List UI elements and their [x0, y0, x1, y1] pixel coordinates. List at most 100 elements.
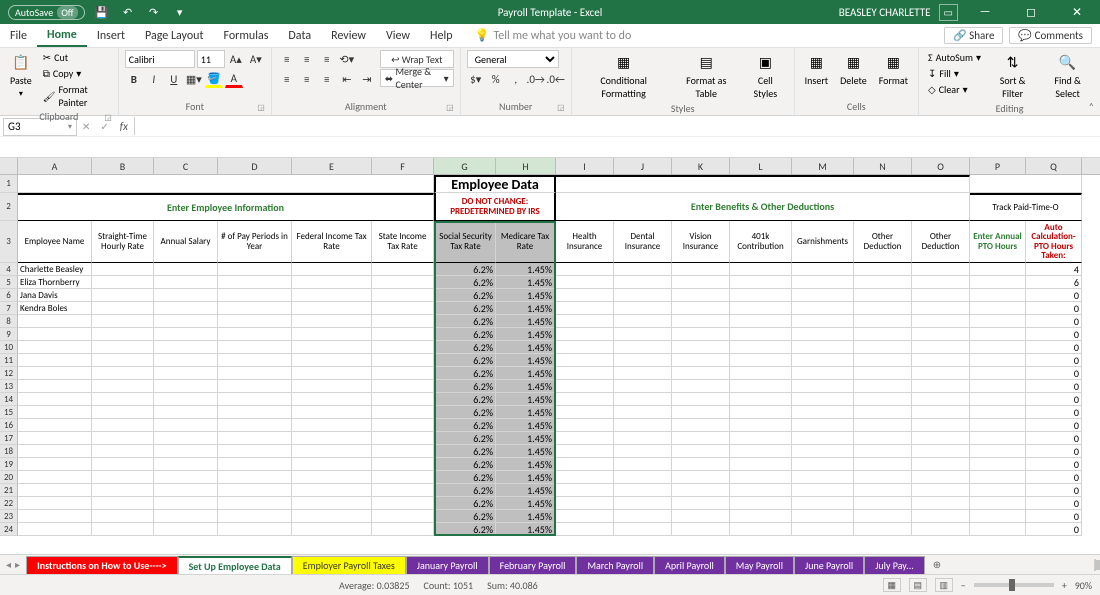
cell[interactable] — [218, 510, 292, 523]
align-top-icon[interactable]: ≡ — [278, 50, 296, 68]
row-header[interactable]: 17 — [0, 432, 18, 445]
fill-color-icon[interactable]: 🪣 — [205, 70, 223, 88]
cell[interactable]: 0 — [1026, 458, 1082, 471]
merge-center-button[interactable]: ⬌ Merge & Center ▾ — [380, 69, 454, 87]
zoom-in-icon[interactable]: + — [1062, 579, 1067, 592]
column-header-N[interactable]: N — [854, 158, 912, 174]
cell[interactable]: 4 — [1026, 263, 1082, 276]
cell[interactable] — [18, 354, 92, 367]
cell[interactable]: 0 — [1026, 523, 1082, 536]
cell[interactable] — [912, 458, 970, 471]
cell[interactable] — [92, 328, 154, 341]
row-header[interactable]: 13 — [0, 380, 18, 393]
cell[interactable] — [854, 523, 912, 536]
sheet-tab-setup[interactable]: Set Up Employee Data — [178, 556, 292, 574]
cell[interactable] — [92, 276, 154, 289]
cell[interactable]: Employee Name — [18, 221, 92, 263]
cell[interactable]: 6.2% — [434, 510, 496, 523]
cell[interactable] — [154, 523, 218, 536]
cell[interactable] — [854, 484, 912, 497]
cell[interactable] — [92, 471, 154, 484]
cell[interactable]: 0 — [1026, 471, 1082, 484]
cell[interactable]: 401k Contribution — [730, 221, 792, 263]
cell[interactable]: 0 — [1026, 510, 1082, 523]
cell[interactable] — [292, 445, 372, 458]
cell[interactable] — [218, 406, 292, 419]
cell[interactable] — [18, 380, 92, 393]
cell[interactable] — [292, 510, 372, 523]
cell[interactable] — [792, 263, 854, 276]
cell[interactable] — [792, 367, 854, 380]
cell[interactable] — [730, 484, 792, 497]
cell[interactable] — [18, 497, 92, 510]
cell[interactable] — [854, 263, 912, 276]
tell-me-search[interactable]: 💡 Tell me what you want to do — [475, 28, 632, 43]
cell[interactable]: 6.2% — [434, 523, 496, 536]
cell[interactable]: Jana Davis — [18, 289, 92, 302]
cell[interactable]: # of Pay Periods in Year — [218, 221, 292, 263]
cell[interactable] — [292, 419, 372, 432]
cell[interactable]: 0 — [1026, 341, 1082, 354]
increase-font-icon[interactable]: A▴ — [227, 50, 245, 68]
column-header-L[interactable]: L — [730, 158, 792, 174]
sheet-tab-mar[interactable]: March Payroll — [576, 556, 654, 574]
cell[interactable] — [154, 289, 218, 302]
column-header-P[interactable]: P — [970, 158, 1026, 174]
cell[interactable] — [970, 458, 1026, 471]
cell[interactable] — [730, 471, 792, 484]
cell[interactable] — [854, 354, 912, 367]
cell[interactable] — [154, 276, 218, 289]
cell[interactable]: State Income Tax Rate — [372, 221, 434, 263]
cell[interactable] — [970, 328, 1026, 341]
row-header[interactable]: 18 — [0, 445, 18, 458]
horizontal-scrollbar[interactable] — [1094, 559, 1096, 571]
comma-format-icon[interactable]: , — [507, 70, 525, 88]
cell[interactable] — [672, 471, 730, 484]
cell[interactable] — [792, 471, 854, 484]
cell[interactable]: 1.45% — [496, 263, 556, 276]
find-select-button[interactable]: 🔍Find & Select — [1041, 50, 1094, 102]
cell[interactable] — [912, 367, 970, 380]
cell[interactable] — [372, 497, 434, 510]
cell[interactable] — [556, 354, 614, 367]
cell[interactable] — [154, 406, 218, 419]
cell[interactable]: Enter Annual PTO Hours — [970, 221, 1026, 263]
sheet-tab-may[interactable]: May Payroll — [725, 556, 794, 574]
cell[interactable]: Kendra Boles — [18, 302, 92, 315]
save-icon[interactable]: 💾 — [93, 3, 111, 21]
cell[interactable] — [792, 328, 854, 341]
page-break-view-icon[interactable]: ▥ — [935, 578, 953, 592]
cell[interactable] — [372, 458, 434, 471]
cell[interactable] — [792, 276, 854, 289]
cell[interactable] — [614, 354, 672, 367]
cell[interactable] — [18, 445, 92, 458]
cell[interactable] — [218, 380, 292, 393]
cell[interactable] — [912, 445, 970, 458]
cell[interactable] — [556, 289, 614, 302]
cell[interactable]: Employee Data — [434, 175, 556, 193]
cell[interactable] — [614, 302, 672, 315]
row-header[interactable]: 8 — [0, 315, 18, 328]
cell[interactable] — [18, 484, 92, 497]
cell[interactable]: 0 — [1026, 484, 1082, 497]
cell[interactable] — [18, 523, 92, 536]
cell[interactable] — [372, 523, 434, 536]
delete-cells-button[interactable]: ▦Delete — [836, 50, 871, 89]
cell[interactable] — [970, 445, 1026, 458]
autosave-toggle[interactable]: AutoSave Off — [8, 5, 85, 20]
cell[interactable] — [614, 432, 672, 445]
cell[interactable] — [912, 393, 970, 406]
cell[interactable]: 0 — [1026, 367, 1082, 380]
cell[interactable] — [556, 367, 614, 380]
cell[interactable] — [218, 445, 292, 458]
cell[interactable] — [292, 276, 372, 289]
cell[interactable] — [970, 289, 1026, 302]
cell[interactable] — [218, 523, 292, 536]
cell[interactable] — [218, 432, 292, 445]
cell[interactable] — [372, 302, 434, 315]
cell[interactable] — [218, 354, 292, 367]
cell[interactable] — [218, 484, 292, 497]
tab-view[interactable]: View — [376, 24, 420, 47]
cell[interactable] — [92, 458, 154, 471]
cell[interactable] — [792, 354, 854, 367]
